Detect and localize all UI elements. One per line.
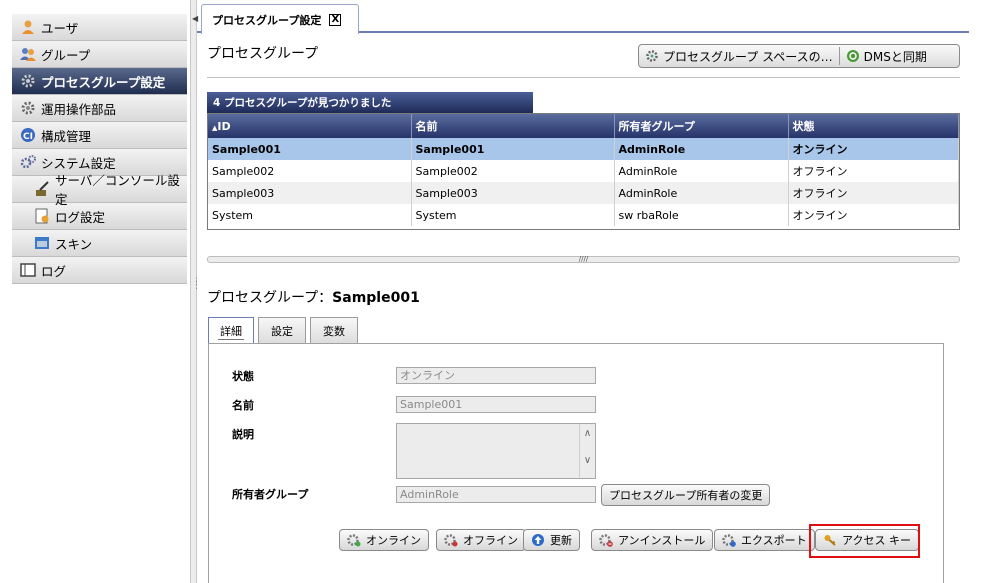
user-icon (20, 19, 36, 35)
offline-button[interactable]: オフライン (436, 529, 526, 551)
button-label: DMSと同期 (863, 49, 927, 64)
column-header-owner-group[interactable]: 所有者グループ (614, 114, 789, 138)
uninstall-button[interactable]: アンインストール (591, 529, 714, 551)
group-icon (20, 46, 36, 62)
sidebar-item-label: グループ (41, 47, 91, 63)
log-settings-icon (34, 208, 50, 224)
results-count-bar: 4 プロセスグループが見つかりました (207, 92, 533, 113)
column-header-status[interactable]: 状態 (788, 114, 959, 138)
settings-icon (20, 154, 36, 170)
sidebar-item-user[interactable]: ユーザ (12, 14, 187, 41)
sidebar-item-label: ログ (41, 263, 67, 279)
main-area: プロセスグループ設定 X プロセスグループ プロセスグループ スペースの… DM… (197, 0, 998, 583)
button-label: プロセスグループ所有者の変更 (609, 489, 763, 502)
svg-text:CI: CI (23, 132, 33, 142)
tab-settings[interactable]: 設定 (258, 317, 306, 344)
ci-icon: CI (20, 127, 36, 143)
sidebar-item-label: ログ設定 (55, 209, 106, 225)
status-field: オンライン (396, 367, 596, 384)
description-label: 説明 (232, 428, 254, 441)
tab-variables[interactable]: 変数 (310, 317, 358, 344)
table-row[interactable]: Sample001 Sample001 AdminRole オンライン (208, 138, 959, 160)
table-row[interactable]: System System sw rbaRole オンライン (208, 204, 959, 226)
sidebar: ユーザ グループ プロセスグループ設定 運用操作部品 CI 構成管理 システム設… (0, 0, 190, 583)
sidebar-item-process-group-settings[interactable]: プロセスグループ設定 (12, 68, 187, 95)
tab-details[interactable]: 詳細 (208, 317, 254, 345)
header-button-group: プロセスグループ スペースの… DMSと同期 (638, 44, 960, 68)
button-label: アンインストール (618, 534, 706, 547)
sidebar-nav: ユーザ グループ プロセスグループ設定 運用操作部品 CI 構成管理 システム設… (12, 14, 187, 284)
server-icon (34, 181, 50, 197)
online-button[interactable]: オンライン (339, 529, 429, 551)
resize-handle[interactable]: //// (207, 256, 960, 263)
button-label: オフライン (463, 534, 518, 547)
page-title: プロセスグループ (207, 46, 319, 62)
divider (207, 77, 960, 78)
tab-strip: プロセスグループ設定 X (197, 0, 969, 34)
process-group-space-button[interactable]: プロセスグループ スペースの… (639, 45, 839, 67)
change-owner-button[interactable]: プロセスグループ所有者の変更 (601, 484, 771, 506)
name-label: 名前 (232, 399, 254, 412)
sidebar-item-label: ユーザ (41, 20, 79, 36)
column-header-id[interactable]: ▲ID (208, 114, 412, 138)
detail-title: プロセスグループ：Sample001 (207, 290, 420, 306)
tab-label: プロセスグループ設定 (212, 13, 322, 27)
description-field[interactable]: ∧ ∨ (396, 423, 596, 479)
dms-sync-button[interactable]: DMSと同期 (840, 45, 933, 67)
close-icon[interactable]: X (329, 13, 342, 26)
export-button[interactable]: エクスポート (714, 529, 815, 551)
sidebar-item-operation-parts[interactable]: 運用操作部品 (12, 95, 187, 122)
log-icon (20, 262, 36, 278)
gear-icon (20, 100, 36, 116)
sidebar-item-skin[interactable]: スキン (12, 230, 187, 257)
sidebar-item-label: サーバ／コンソール設定 (55, 173, 180, 207)
scroll-down-icon[interactable]: ∨ (580, 455, 595, 466)
process-group-table: ▲ID 名前 所有者グループ 状態 Sample001 Sample001 Ad… (207, 113, 960, 230)
update-button[interactable]: 更新 (523, 529, 580, 551)
sidebar-item-group[interactable]: グループ (12, 41, 187, 68)
gear-online-icon (347, 533, 361, 547)
scrollbar[interactable]: ∧ ∨ (579, 424, 595, 478)
sidebar-item-label: システム設定 (41, 155, 116, 171)
button-label: オンライン (366, 534, 421, 547)
sync-icon (846, 49, 860, 63)
sidebar-item-label: 運用操作部品 (41, 101, 117, 117)
button-label: プロセスグループ スペースの… (663, 49, 833, 64)
sidebar-item-label: 構成管理 (41, 128, 92, 144)
sidebar-item-log[interactable]: ログ (12, 257, 187, 284)
uninstall-icon (599, 533, 613, 547)
sidebar-item-label: スキン (55, 236, 93, 252)
export-icon (722, 533, 736, 547)
highlight-box (809, 524, 920, 558)
status-label: 状態 (232, 370, 254, 383)
tab-process-group-settings[interactable]: プロセスグループ設定 X (201, 4, 359, 34)
sidebar-item-config-management[interactable]: CI 構成管理 (12, 122, 187, 149)
table-row[interactable]: Sample003 Sample003 AdminRole オフライン (208, 182, 959, 204)
process-group-icon (20, 73, 36, 89)
skin-icon (34, 235, 50, 251)
column-header-name[interactable]: 名前 (411, 114, 615, 138)
owner-group-field: AdminRole (396, 486, 596, 503)
name-field: Sample001 (396, 396, 596, 413)
button-label: エクスポート (741, 534, 807, 547)
owner-group-label: 所有者グループ (232, 488, 309, 501)
detail-panel: 状態 オンライン 名前 Sample001 説明 ∧ ∨ 所有者グループ Adm… (208, 343, 944, 583)
button-label: 更新 (550, 534, 572, 547)
sidebar-splitter[interactable]: ◀ ⋮ ⋮ (190, 0, 201, 583)
table-row[interactable]: Sample002 Sample002 AdminRole オフライン (208, 160, 959, 182)
gear-offline-icon (444, 533, 458, 547)
sidebar-item-label: プロセスグループ設定 (41, 74, 166, 90)
arrow-up-icon (531, 533, 545, 547)
gear-icon (645, 49, 659, 63)
scroll-up-icon[interactable]: ∧ (580, 428, 595, 439)
sidebar-item-server-console-settings[interactable]: サーバ／コンソール設定 (12, 173, 187, 207)
